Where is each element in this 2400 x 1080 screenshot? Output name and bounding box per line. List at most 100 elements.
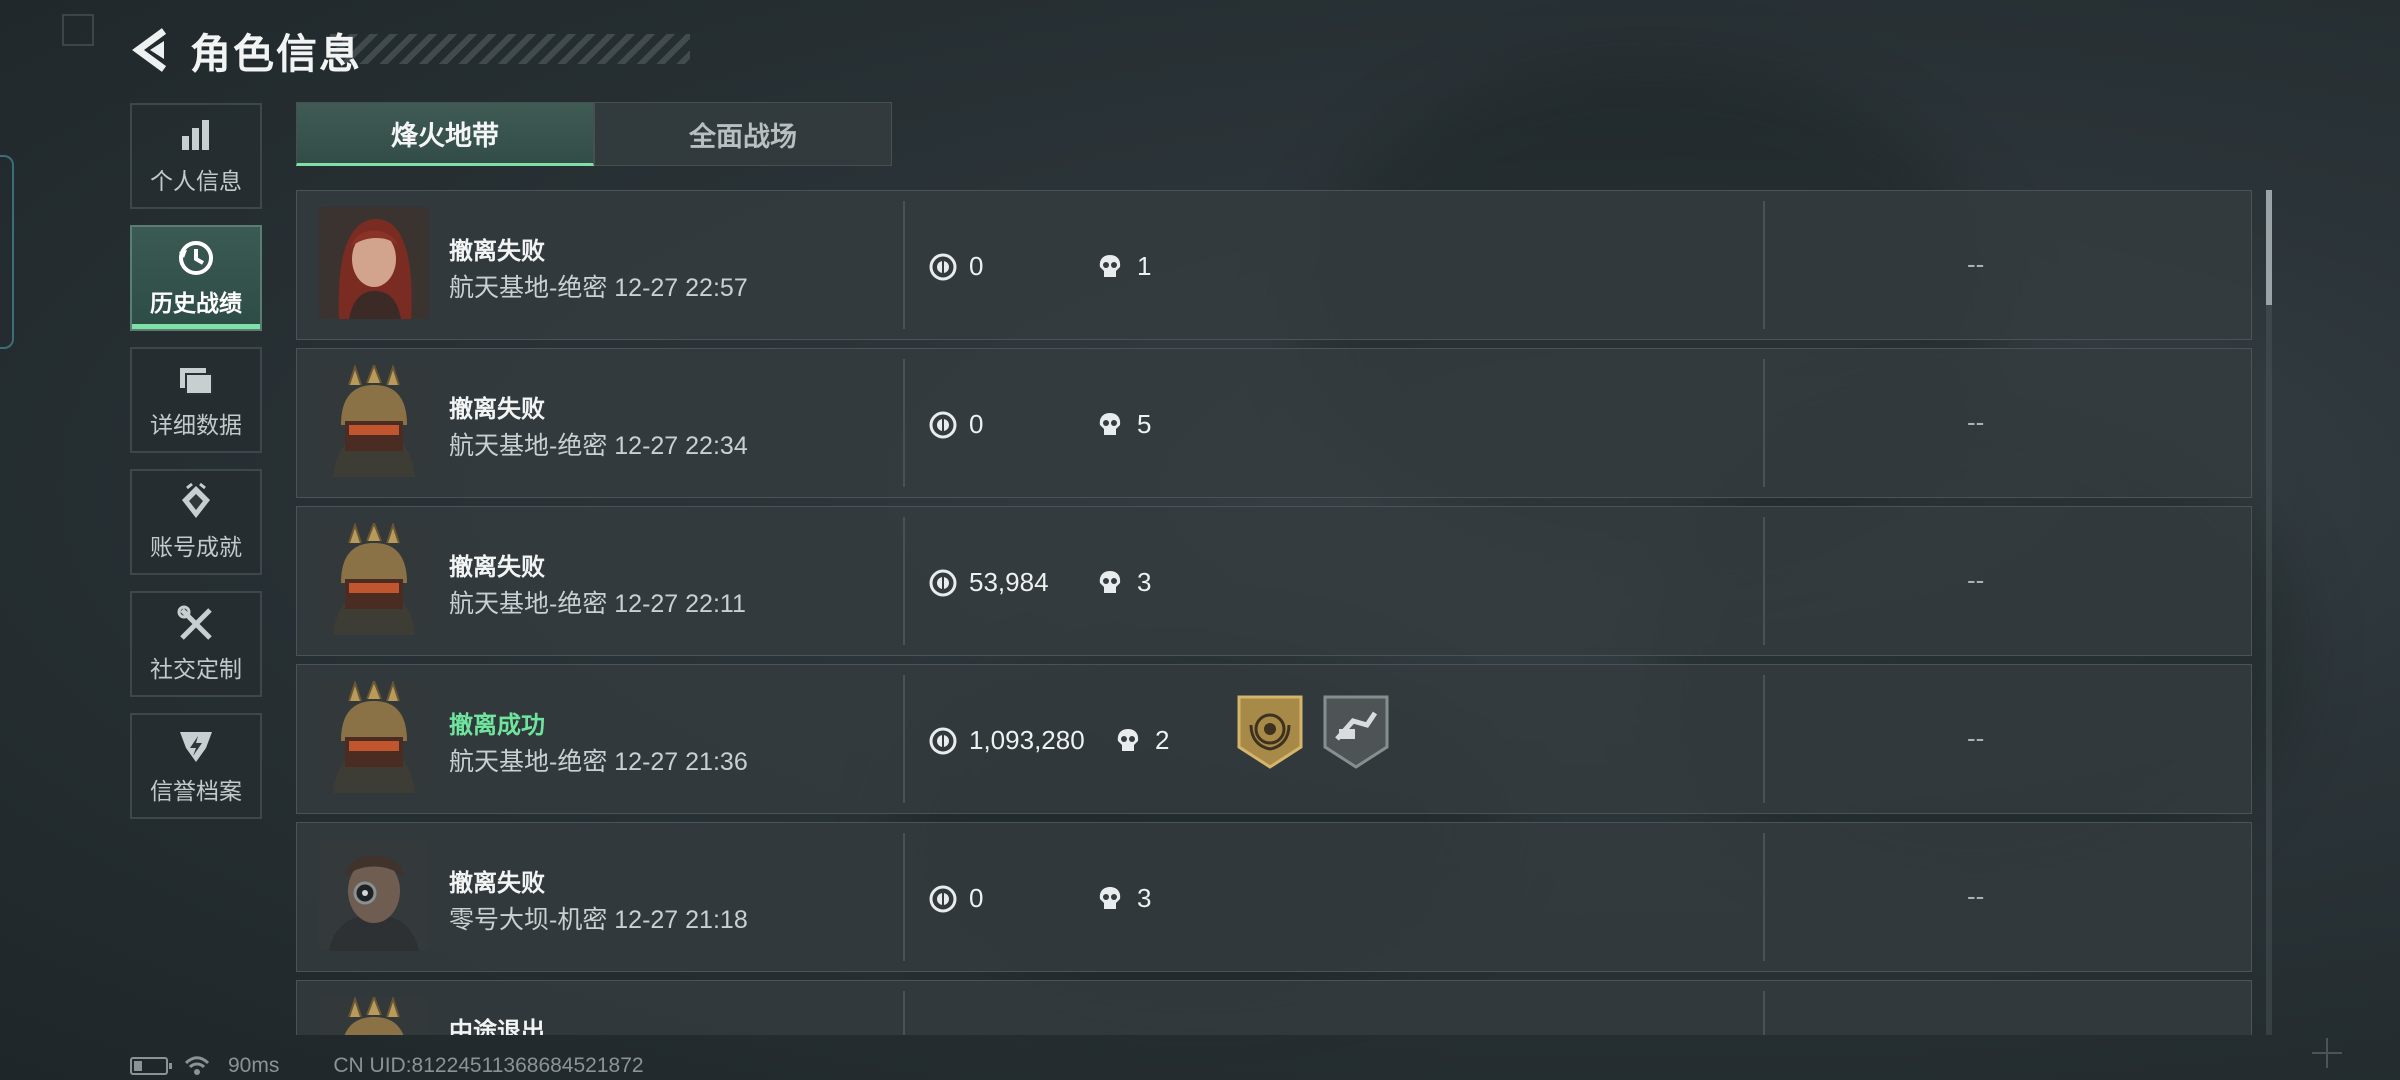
operator-avatar — [319, 839, 429, 951]
divider — [1763, 359, 1765, 487]
battery-icon — [130, 1057, 172, 1075]
divider — [1763, 833, 1765, 961]
gold-medal-icon[interactable] — [1237, 695, 1303, 769]
match-map-time: 航天基地-绝密 12-27 22:11 — [449, 590, 746, 618]
kill-count: 2 — [1115, 725, 1169, 756]
skull-icon — [1099, 570, 1121, 593]
divider — [903, 359, 905, 487]
kill-count-text: 3 — [1137, 567, 1152, 597]
plus-icon[interactable] — [2310, 1036, 2344, 1070]
operator-avatar — [319, 365, 429, 477]
sidebar-item-credit[interactable]: 信誉档案 — [130, 713, 262, 819]
loot-value-text: 0 — [969, 409, 984, 439]
sidebar-item-social[interactable]: 社交定制 — [130, 591, 262, 697]
divider — [1763, 675, 1765, 803]
match-map-time: 航天基地-绝密 12-27 22:34 — [449, 432, 748, 460]
loot-value-text: 0 — [969, 251, 984, 281]
list-scrollbar[interactable] — [2266, 190, 2272, 1035]
match-map-time: 零号大坝-机密 12-27 21:18 — [449, 906, 748, 934]
match-row[interactable]: 撤离失败 航天基地-绝密 12-27 22:11 53,984 3 -- — [296, 506, 2252, 656]
wifi-icon — [184, 1056, 210, 1075]
active-indicator — [132, 324, 260, 329]
coin-icon — [929, 885, 957, 912]
achievement-icon — [182, 482, 210, 518]
tools-icon — [177, 605, 212, 640]
kill-count: 1 — [1097, 251, 1151, 282]
sidebar-item-label: 信誉档案 — [150, 778, 242, 804]
tab-battlefield[interactable]: 全面战场 — [594, 102, 892, 166]
placeholder-value: -- — [1967, 249, 1985, 279]
skull-icon — [1099, 254, 1121, 277]
side-drawer-handle[interactable] — [0, 155, 14, 349]
loot-value: 0 — [929, 409, 983, 440]
loot-value: 0 — [929, 251, 983, 282]
status-footer: 90ms CN UID:8122451136868452187​2 — [130, 1054, 644, 1078]
kill-count: 3 — [1097, 567, 1151, 598]
sidebar-item-label: 详细数据 — [150, 412, 242, 438]
mode-tabs: 烽火地带 全面战场 — [296, 102, 892, 166]
skull-icon — [1099, 886, 1121, 909]
skull-icon — [1099, 412, 1121, 435]
loot-value-text: 0 — [969, 883, 984, 913]
loot-value: 53,984 — [929, 567, 1049, 598]
placeholder-value: -- — [1967, 723, 1985, 753]
credit-shield-icon — [180, 732, 212, 762]
back-arrow-icon[interactable] — [130, 27, 172, 73]
operator-avatar — [319, 207, 429, 319]
kill-count: 3 — [1097, 883, 1151, 914]
corner-frame — [62, 14, 94, 46]
operator-avatar — [319, 523, 429, 635]
tab-warzone[interactable]: 烽火地带 — [296, 102, 594, 166]
match-row[interactable]: 撤离失败 航天基地-绝密 12-27 22:34 0 5 -- — [296, 348, 2252, 498]
coin-icon — [929, 253, 957, 280]
silver-badge-icon[interactable] — [1323, 695, 1389, 769]
kill-count-text: 5 — [1137, 409, 1152, 439]
ping-text: 90ms — [228, 1054, 280, 1077]
match-map-time: 航天基地-绝密 12-27 21:36 — [449, 748, 748, 776]
sidebar-item-label: 历史战绩 — [150, 290, 242, 316]
divider — [903, 201, 905, 329]
divider — [1763, 517, 1765, 645]
match-map-time: 航天基地-绝密 12-27 22:57 — [449, 274, 748, 302]
placeholder-value: -- — [1967, 881, 1985, 911]
coin-icon — [929, 727, 957, 754]
coin-icon — [929, 411, 957, 438]
bar-chart-icon — [182, 120, 209, 150]
match-row[interactable]: 中途退出 — [296, 980, 2252, 1035]
extraction-status: 撤离失败 — [449, 870, 545, 897]
extraction-status: 中途退出 — [449, 1018, 545, 1035]
loot-value-text: 1,093,280 — [969, 725, 1085, 755]
sidebar-item-label: 账号成就 — [150, 534, 242, 560]
placeholder-value: -- — [1967, 407, 1985, 437]
match-row[interactable]: 撤离成功 航天基地-绝密 12-27 21:36 1,093,280 2 -- — [296, 664, 2252, 814]
operator-avatar — [319, 997, 429, 1035]
match-history-list[interactable]: 撤离失败 航天基地-绝密 12-27 22:57 0 1 -- 撤离失败 航天基 — [296, 190, 2252, 1035]
divider — [903, 991, 905, 1035]
placeholder-value: -- — [1967, 565, 1985, 595]
extraction-status: 撤离失败 — [449, 554, 545, 581]
sidebar-item-history[interactable]: 历史战绩 — [130, 225, 262, 331]
divider — [1763, 201, 1765, 329]
sidebar-item-details[interactable]: 详细数据 — [130, 347, 262, 453]
page-header: 角色信息 — [130, 22, 690, 78]
match-row[interactable]: 撤离失败 零号大坝-机密 12-27 21:18 0 3 -- — [296, 822, 2252, 972]
divider — [1763, 991, 1765, 1035]
loot-value: 1,093,280 — [929, 725, 1085, 756]
sidebar-item-label: 个人信息 — [150, 168, 242, 194]
match-row[interactable]: 撤离失败 航天基地-绝密 12-27 22:57 0 1 -- — [296, 190, 2252, 340]
kill-count-text: 3 — [1137, 883, 1152, 913]
history-clock-icon — [179, 241, 213, 275]
divider — [903, 517, 905, 645]
kill-count: 5 — [1097, 409, 1151, 440]
sidebar-item-achievements[interactable]: 账号成就 — [130, 469, 262, 575]
operator-avatar — [319, 681, 429, 793]
scroll-thumb[interactable] — [2266, 190, 2272, 305]
skull-icon — [1117, 728, 1139, 751]
extraction-status: 撤离失败 — [449, 238, 545, 265]
sidebar: 个人信息 历史战绩 详细数据 账号成就 社交定制 信誉档案 — [130, 103, 266, 835]
loot-value: 0 — [929, 883, 983, 914]
sidebar-item-profile[interactable]: 个人信息 — [130, 103, 262, 209]
folder-icon — [180, 368, 213, 395]
page-title: 角色信息 — [190, 31, 362, 77]
extraction-status: 撤离失败 — [449, 396, 545, 423]
